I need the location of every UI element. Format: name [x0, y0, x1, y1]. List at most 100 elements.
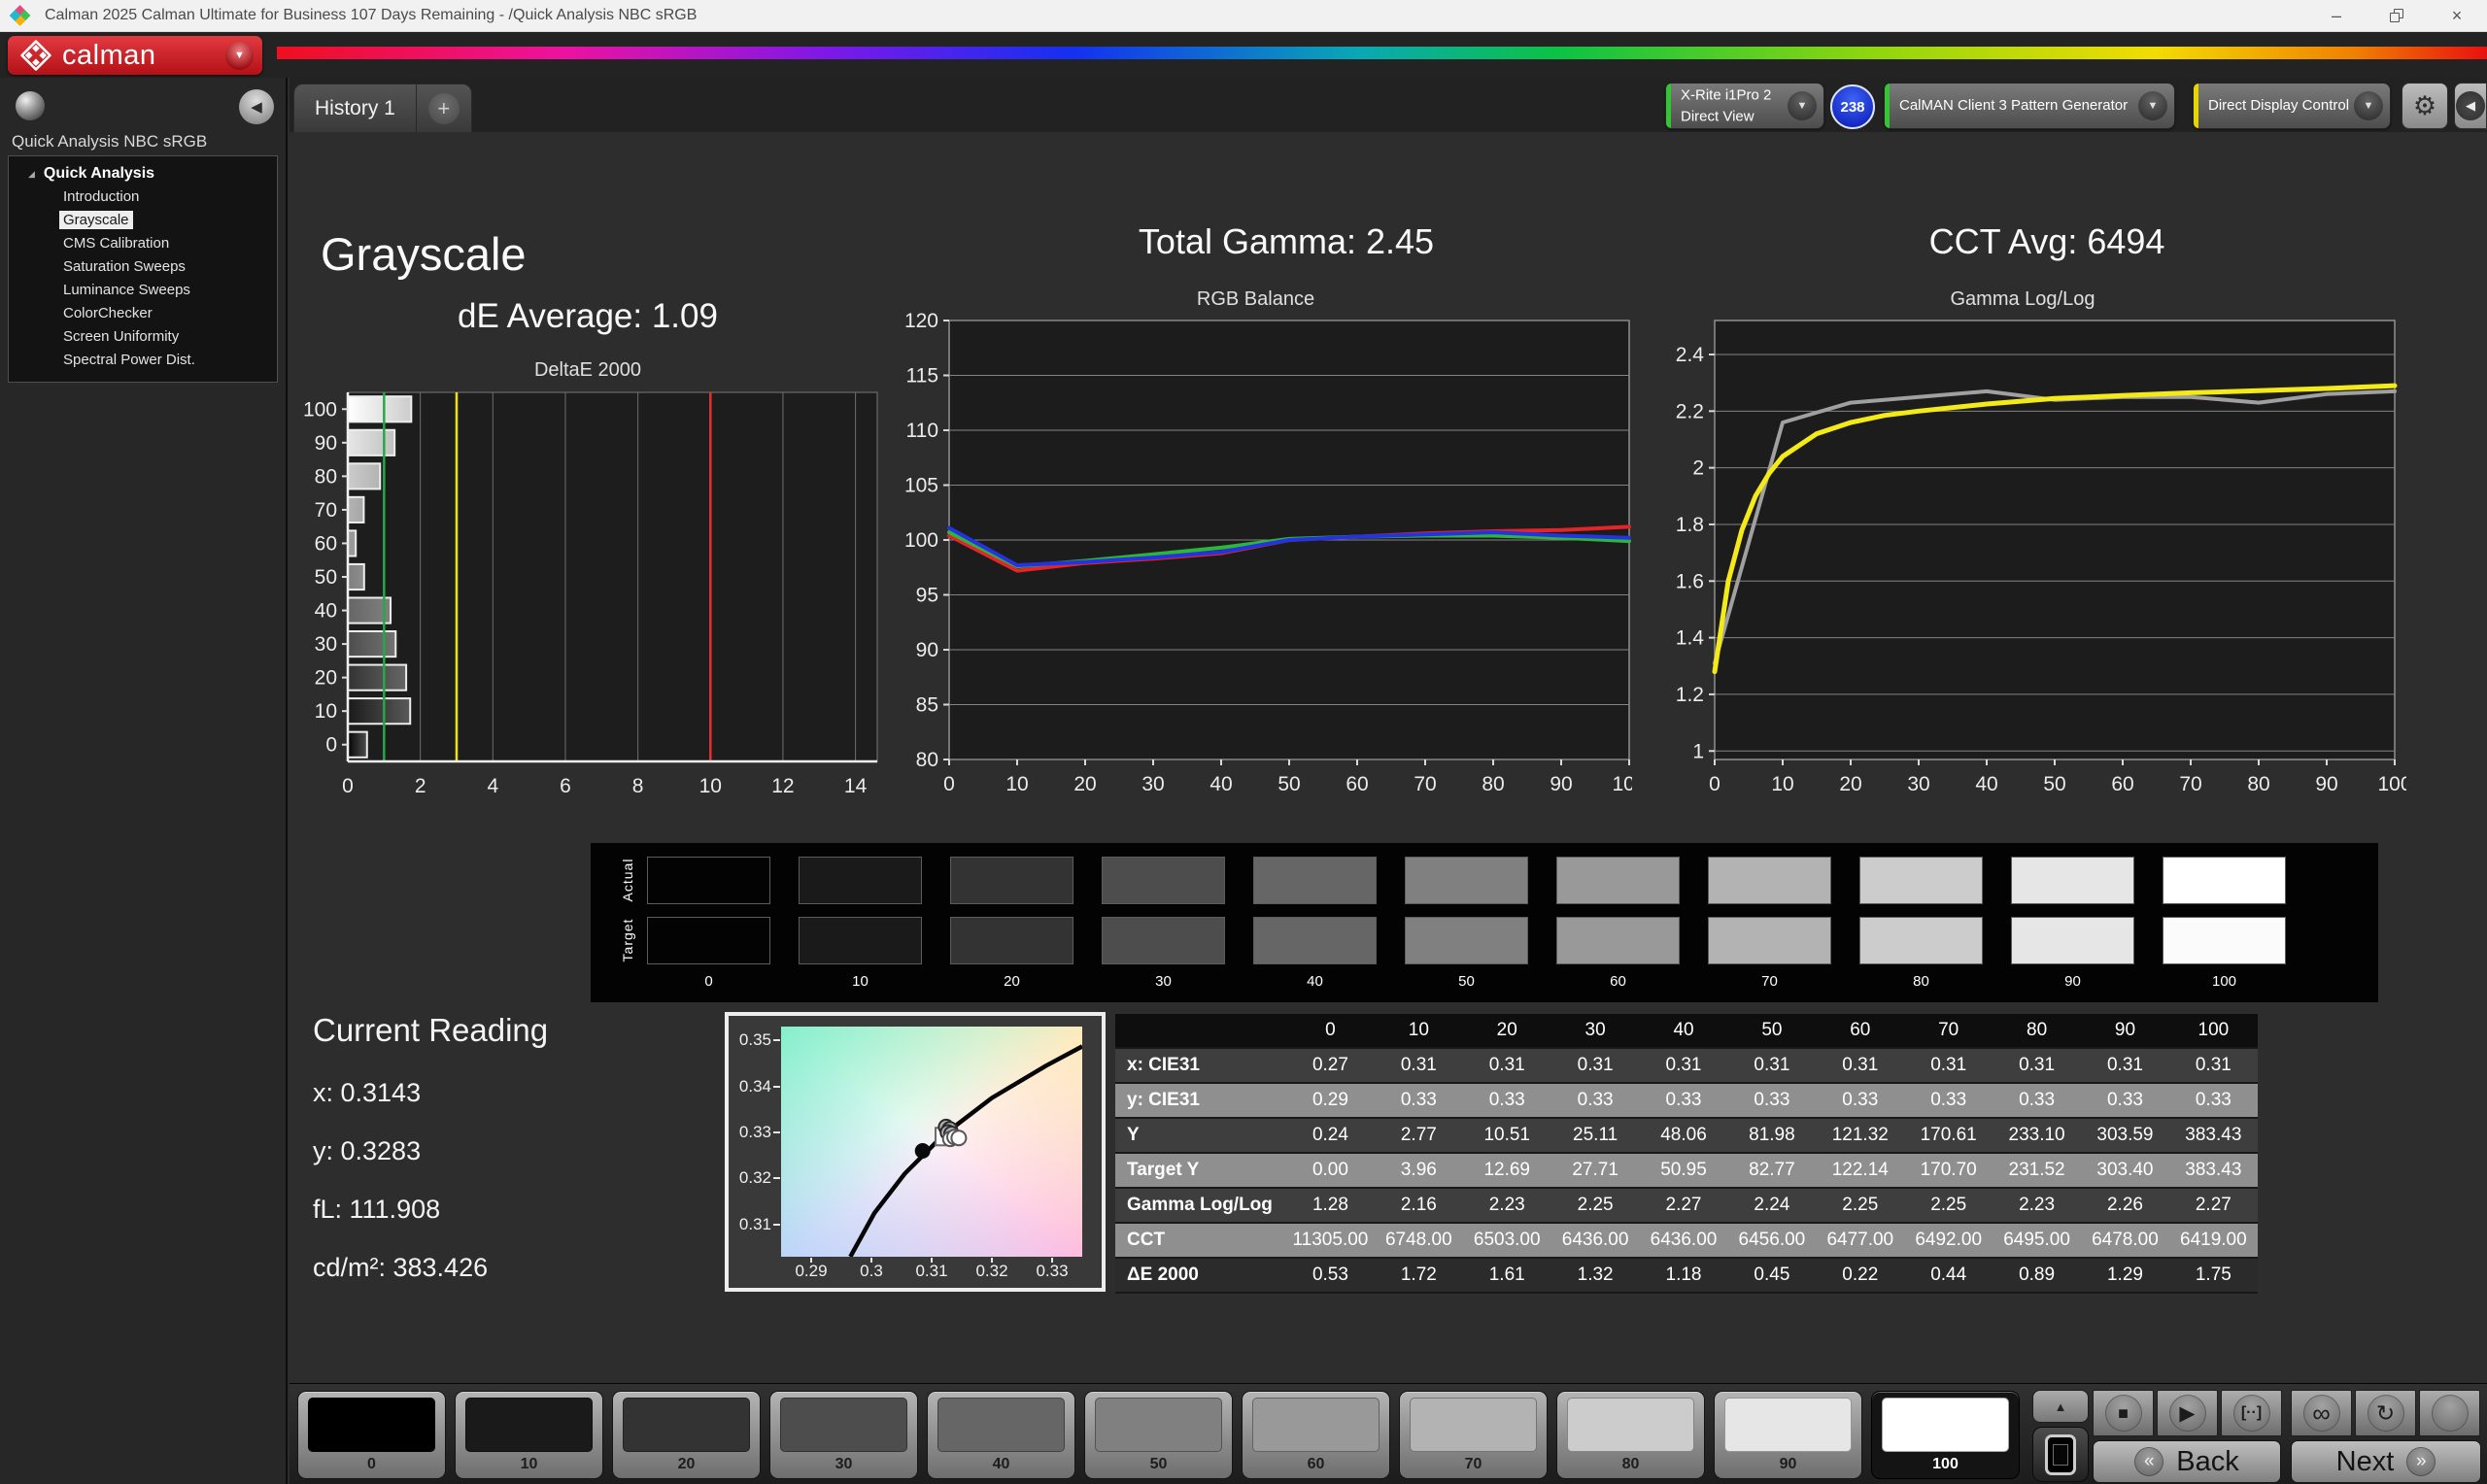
- back-label: Back: [2176, 1446, 2238, 1478]
- refresh-button[interactable]: ↻: [2355, 1390, 2416, 1436]
- table-cell: 233.10: [1993, 1125, 2081, 1146]
- pattern-level-button-70[interactable]: 70: [1399, 1391, 1548, 1479]
- table-cell: 2.16: [1375, 1195, 1463, 1216]
- play-button[interactable]: ▶: [2157, 1390, 2218, 1436]
- table-row-cct: CCT11305.006748.006503.006436.006436.006…: [1115, 1224, 2258, 1259]
- actual-swatch-20: [950, 857, 1073, 904]
- next-button[interactable]: Next »: [2291, 1440, 2481, 1483]
- cie-y-axis-label: 0.31: [732, 1215, 771, 1234]
- x-axis-label: 40: [1975, 773, 1997, 793]
- table-cell: 10.51: [1463, 1125, 1551, 1146]
- pattern-level-button-30[interactable]: 30: [769, 1391, 918, 1479]
- y-axis-label: 80: [916, 749, 938, 771]
- gear-icon: ⚙: [2413, 91, 2436, 121]
- cie-y-axis-label: 0.32: [732, 1168, 771, 1188]
- table-cell: 0.45: [1727, 1265, 1816, 1286]
- deltae-bar-chart: 100908070605040302010002468101214: [291, 383, 884, 794]
- pattern-level-button-10[interactable]: 10: [455, 1391, 603, 1479]
- close-button[interactable]: ×: [2427, 0, 2487, 31]
- calman-menu-button[interactable]: calman ▼: [8, 36, 262, 75]
- pattern-level-button-100[interactable]: 100: [1871, 1391, 2020, 1479]
- table-cell: 0.22: [1816, 1265, 1904, 1286]
- table-column-header: 40: [1640, 1020, 1728, 1041]
- step-button[interactable]: [··]: [2221, 1390, 2282, 1436]
- actual-swatch-30: [1102, 857, 1225, 904]
- sidebar-item-saturation-sweeps[interactable]: Saturation Sweeps: [59, 255, 277, 279]
- pattern-patch: [623, 1398, 750, 1452]
- play-icon: ▶: [2169, 1395, 2206, 1432]
- meter-status-edge: [1666, 84, 1671, 128]
- swatch-level-label: 30: [1102, 973, 1225, 990]
- pattern-level-button-90[interactable]: 90: [1714, 1391, 1862, 1479]
- table-cell: 6436.00: [1551, 1230, 1640, 1251]
- window-pattern-button[interactable]: [2032, 1427, 2089, 1482]
- cie-tick: [773, 1177, 780, 1179]
- actual-swatch-40: [1253, 857, 1377, 904]
- tree-root[interactable]: ◢ Quick Analysis: [28, 165, 277, 183]
- table-row-label: Y: [1115, 1125, 1286, 1146]
- stop-button[interactable]: ■: [2093, 1390, 2154, 1436]
- double-chevron-right-icon: »: [2406, 1447, 2436, 1476]
- deltae-bar-30: [348, 631, 395, 657]
- maximize-button[interactable]: [2367, 0, 2427, 31]
- sidebar-item-introduction[interactable]: Introduction: [59, 186, 277, 209]
- chevron-left-icon: ◀: [2456, 91, 2485, 120]
- blank-button[interactable]: [2419, 1390, 2480, 1436]
- actual-swatch-50: [1405, 857, 1528, 904]
- target-swatch-30: [1102, 917, 1225, 964]
- table-header-row: 0102030405060708090100: [1115, 1014, 2258, 1049]
- window-title: Calman 2025 Calman Ultimate for Business…: [45, 7, 697, 24]
- loop-icon: ∞: [2303, 1395, 2340, 1432]
- back-button[interactable]: « Back: [2093, 1440, 2281, 1483]
- settings-button[interactable]: ⚙: [2402, 83, 2448, 129]
- table-cell: 0.33: [1640, 1090, 1728, 1111]
- target-swatch-20: [950, 917, 1073, 964]
- add-tab-button[interactable]: +: [417, 84, 471, 132]
- y-axis-label: 90: [315, 432, 337, 455]
- sidebar-item-screen-uniformity[interactable]: Screen Uniformity: [59, 325, 277, 349]
- loop-button[interactable]: ∞: [2291, 1390, 2352, 1436]
- meter-dropdown[interactable]: X-Rite i1Pro 2 Direct View ▼: [1665, 83, 1824, 129]
- pattern-level-button-40[interactable]: 40: [927, 1391, 1075, 1479]
- x-axis-label: 8: [632, 775, 644, 794]
- pattern-level-label: 90: [1715, 1456, 1861, 1473]
- table-cell: 0.33: [2081, 1090, 2169, 1111]
- sidebar-item-luminance-sweeps[interactable]: Luminance Sweeps: [59, 279, 277, 302]
- y-axis-label: 120: [904, 310, 938, 332]
- sidebar-item-colorchecker[interactable]: ColorChecker: [59, 302, 277, 325]
- pattern-level-button-0[interactable]: 0: [297, 1391, 446, 1479]
- generator-status-edge: [1885, 84, 1890, 128]
- table-cell: 122.14: [1816, 1160, 1904, 1181]
- actual-swatch-100: [2163, 857, 2286, 904]
- level-up-button[interactable]: ▲: [2032, 1390, 2089, 1423]
- table-cell: 0.44: [1904, 1265, 1993, 1286]
- panel-collapse-button[interactable]: ◀: [2454, 83, 2487, 129]
- x-axis-label: 70: [2179, 773, 2201, 793]
- y-axis-label: 100: [904, 529, 938, 552]
- sidebar-item-cms-calibration[interactable]: CMS Calibration: [59, 232, 277, 255]
- table-cell: 2.25: [1904, 1195, 1993, 1216]
- table-cell: 0.31: [1640, 1055, 1728, 1076]
- display-control-dropdown[interactable]: Direct Display Control ▼: [2193, 83, 2391, 129]
- pattern-generator-dropdown[interactable]: CalMAN Client 3 Pattern Generator ▼: [1884, 83, 2175, 129]
- x-axis-label: 10: [1771, 773, 1793, 793]
- table-cell: 0.31: [1904, 1055, 1993, 1076]
- sidebar-collapse-button[interactable]: ◀: [239, 89, 274, 124]
- table-cell: 11305.00: [1286, 1230, 1375, 1251]
- actual-swatch-60: [1556, 857, 1680, 904]
- tree-expander-icon: ◢: [28, 169, 35, 180]
- pattern-level-button-60[interactable]: 60: [1242, 1391, 1390, 1479]
- y-axis-label: 30: [315, 633, 337, 656]
- current-reading-value: x: 0.3143: [313, 1078, 548, 1108]
- table-cell: 1.18: [1640, 1265, 1728, 1286]
- pattern-level-label: 70: [1400, 1456, 1547, 1473]
- pattern-level-button-20[interactable]: 20: [612, 1391, 761, 1479]
- y-axis-label: 2.4: [1676, 344, 1705, 366]
- sidebar-item-spectral-power-dist[interactable]: Spectral Power Dist.: [59, 349, 277, 372]
- sidebar-item-grayscale[interactable]: Grayscale: [59, 209, 277, 232]
- table-cell: 0.33: [1904, 1090, 1993, 1111]
- tab-history-1[interactable]: History 1 +: [293, 84, 472, 132]
- pattern-level-button-50[interactable]: 50: [1084, 1391, 1233, 1479]
- minimize-button[interactable]: –: [2306, 0, 2367, 31]
- pattern-level-button-80[interactable]: 80: [1556, 1391, 1705, 1479]
